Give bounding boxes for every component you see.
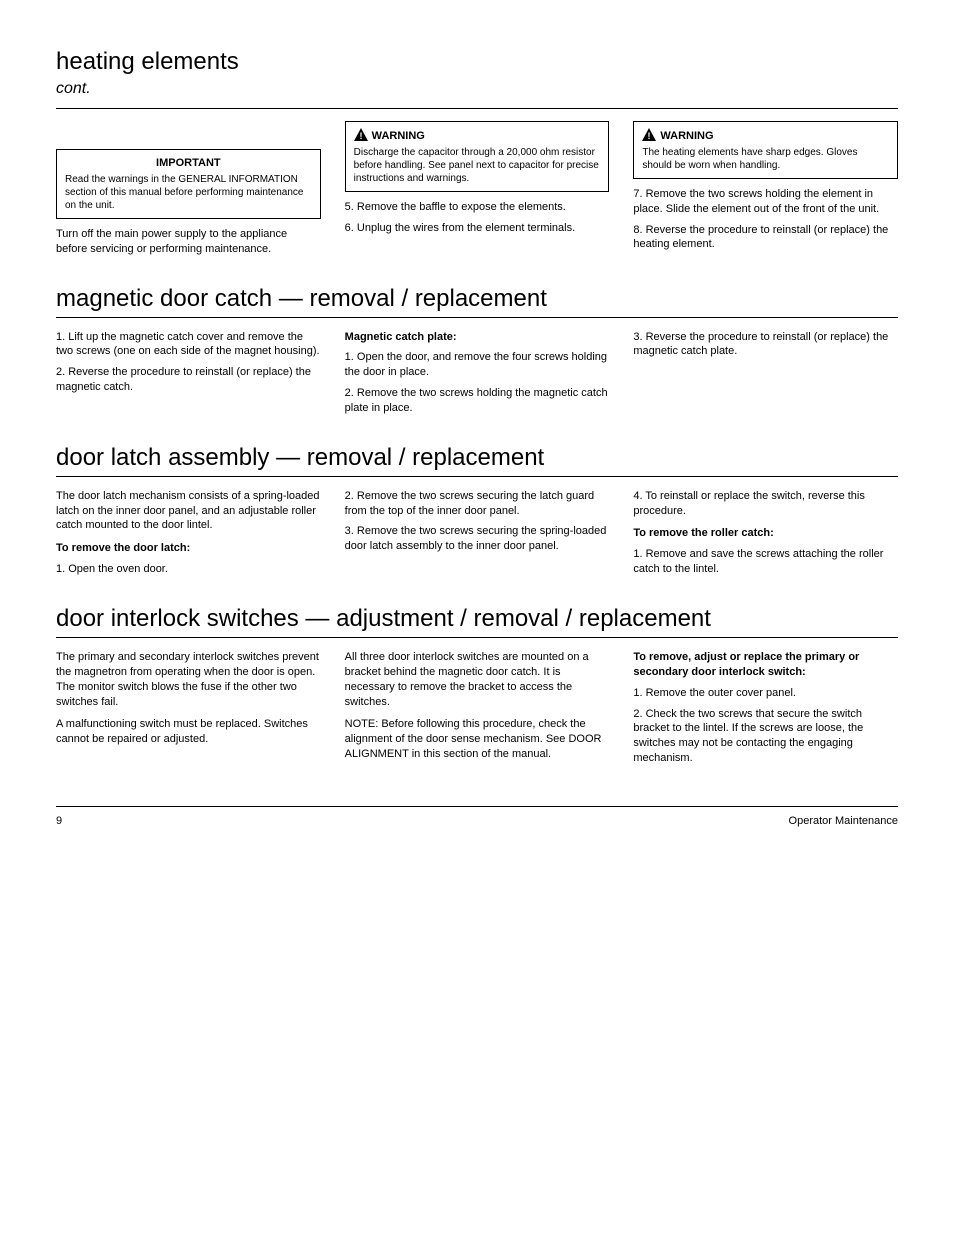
interlock-c3-step1: 1. Remove the outer cover panel. [633,686,898,701]
heating-step5: 5. Remove the baffle to expose the eleme… [345,200,610,215]
warning-box-1: ! WARNING Discharge the capacitor throug… [345,121,610,192]
warning-icon: ! [354,128,368,146]
latch-c1-step1: 1. Open the oven door. [56,562,321,577]
heating-step7: 7. Remove the two screws holding the ele… [633,187,898,217]
doorcatch-col2: Magnetic catch plate: 1. Open the door, … [345,330,610,416]
rule [56,476,898,477]
heating-col1: IMPORTANT Read the warnings in the GENER… [56,121,321,257]
latch-col2: 2. Remove the two screws securing the la… [345,489,610,577]
section-doorcatch: magnetic door catch — removal / replacem… [56,285,898,416]
latch-c1-heading: To remove the door latch: [56,541,321,556]
interlock-col1: The primary and secondary interlock swit… [56,650,321,766]
doorcatch-c3-step3: 3. Reverse the procedure to reinstall (o… [633,330,898,360]
interlock-c2-p1: All three door interlock switches are mo… [345,650,610,709]
page-footer: 9 Operator Maintenance [56,815,898,827]
warning-body-1: Discharge the capacitor through a 20,000… [354,146,601,185]
latch-title: door latch assembly — removal / replacem… [56,444,898,472]
latch-c2-step2: 2. Remove the two screws securing the la… [345,489,610,519]
rule [56,317,898,318]
latch-c3-step4: 4. To reinstall or replace the switch, r… [633,489,898,519]
interlock-c1-p1: The primary and secondary interlock swit… [56,650,321,709]
interlock-c1-p2: A malfunctioning switch must be replaced… [56,717,321,747]
rule [56,108,898,109]
footer-page: 9 [56,815,62,827]
svg-text:!: ! [648,131,651,141]
section-latch: door latch assembly — removal / replacem… [56,444,898,577]
warning-body-2: The heating elements have sharp edges. G… [642,146,889,172]
heating-title: heating elements [56,48,898,76]
interlock-col3: To remove, adjust or replace the primary… [633,650,898,766]
doorcatch-col1: 1. Lift up the magnetic catch cover and … [56,330,321,416]
svg-text:!: ! [359,131,362,141]
warning-label: WARNING [660,130,713,142]
interlock-c3-heading: To remove, adjust or replace the primary… [633,650,898,680]
important-box: IMPORTANT Read the warnings in the GENER… [56,149,321,219]
doorcatch-c2-step2: 2. Remove the two screws holding the mag… [345,386,610,416]
warning-label: WARNING [372,130,425,142]
rule [56,637,898,638]
interlock-c3-step2: 2. Check the two screws that secure the … [633,707,898,766]
document-page: heating elements cont. IMPORTANT Read th… [0,0,954,857]
interlock-col2: All three door interlock switches are mo… [345,650,610,766]
latch-col1: The door latch mechanism consists of a s… [56,489,321,577]
heating-step6: 6. Unplug the wires from the element ter… [345,221,610,236]
heating-col3: ! WARNING The heating elements have shar… [633,121,898,257]
important-title: IMPORTANT [65,156,312,171]
heating-step8: 8. Reverse the procedure to reinstall (o… [633,223,898,253]
doorcatch-c1-step1: 1. Lift up the magnetic catch cover and … [56,330,321,360]
section-heating: heating elements cont. IMPORTANT Read th… [56,48,898,257]
section-interlock: door interlock switches — adjustment / r… [56,605,898,766]
interlock-title: door interlock switches — adjustment / r… [56,605,898,633]
important-body: Read the warnings in the GENERAL INFORMA… [65,173,312,212]
warning-icon: ! [642,128,656,146]
interlock-c2-p2: NOTE: Before following this procedure, c… [345,717,610,762]
latch-c1-p1: The door latch mechanism consists of a s… [56,489,321,534]
heating-subtitle: cont. [56,80,898,98]
footer-rule [56,806,898,807]
doorcatch-c1-step2: 2. Reverse the procedure to reinstall (o… [56,365,321,395]
latch-col3: 4. To reinstall or replace the switch, r… [633,489,898,577]
warning-box-2: ! WARNING The heating elements have shar… [633,121,898,179]
latch-c2-step3: 3. Remove the two screws securing the sp… [345,524,610,554]
doorcatch-title: magnetic door catch — removal / replacem… [56,285,898,313]
latch-c3-step1: 1. Remove and save the screws attaching … [633,547,898,577]
heating-col1-text: Turn off the main power supply to the ap… [56,227,321,257]
doorcatch-plate-heading: Magnetic catch plate: [345,330,610,345]
heating-col2: ! WARNING Discharge the capacitor throug… [345,121,610,257]
footer-title: Operator Maintenance [789,815,898,827]
latch-c3-heading: To remove the roller catch: [633,526,898,541]
doorcatch-col3: 3. Reverse the procedure to reinstall (o… [633,330,898,416]
doorcatch-c2-step1: 1. Open the door, and remove the four sc… [345,350,610,380]
